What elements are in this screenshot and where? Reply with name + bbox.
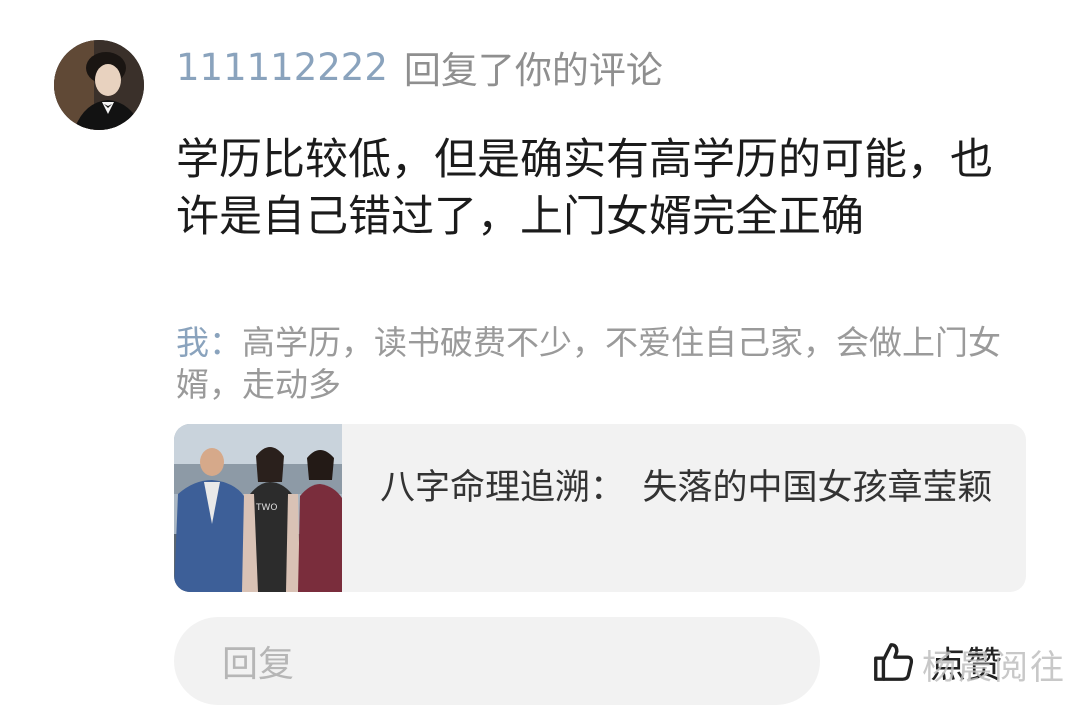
article-thumbnail: TWO [174,424,342,592]
thumbs-up-icon [874,643,914,681]
svg-text:TWO: TWO [255,503,277,513]
article-link-card[interactable]: TWO 八字命理追溯： 失落的中国女孩章莹颖 [174,424,1026,592]
notification-action-text: 回复了你的评论 [403,49,663,92]
notification-header: 111112222 回复了你的评论 [176,40,663,94]
user-avatar[interactable] [54,40,144,130]
quoted-original-comment[interactable]: 我：高学历，读书破费不少，不爱住自己家，会做上门女婿，走动多 [176,322,1026,406]
avatar-photo [54,40,144,130]
quoted-author: 我： [176,323,242,362]
reply-input[interactable]: 回复 [174,617,820,705]
username-link[interactable]: 111112222 [176,46,388,89]
reply-comment-text: 学历比较低，但是确实有高学历的可能，也许是自己错过了，上门女婿完全正确 [176,135,993,242]
reply-placeholder: 回复 [222,644,295,685]
quoted-text: 高学历，读书破费不少，不爱住自己家，会做上门女婿，走动多 [176,323,1001,404]
article-title: 八字命理追溯： 失落的中国女孩章莹颖 [380,468,993,508]
watermark-text: 杨晨阅往 [922,648,1066,688]
